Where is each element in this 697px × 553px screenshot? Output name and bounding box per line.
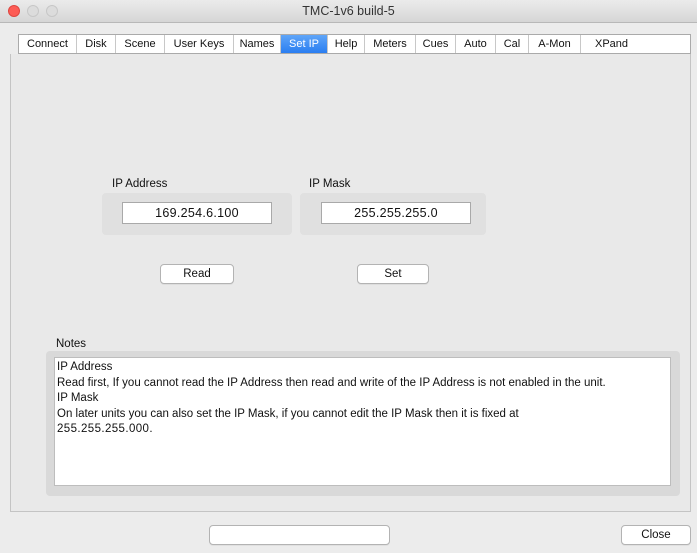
tab-meters[interactable]: Meters	[365, 35, 416, 53]
tab-xpand[interactable]: XPand	[581, 35, 642, 53]
notes-label: Notes	[56, 338, 87, 350]
tab-connect[interactable]: Connect	[19, 35, 77, 53]
ip-address-label: IP Address	[112, 178, 168, 190]
notes-line: IP Address	[57, 361, 113, 373]
ip-address-group: 169.254.6.100	[102, 193, 292, 235]
tab-cues[interactable]: Cues	[416, 35, 456, 53]
ip-mask-field[interactable]: 255.255.255.0	[321, 202, 471, 224]
tab-disk[interactable]: Disk	[77, 35, 116, 53]
title-bar: TMC-1v6 build-5	[0, 0, 697, 23]
set-button[interactable]: Set	[357, 264, 429, 284]
notes-line: 255.255.255.000.	[57, 423, 153, 435]
tab-help[interactable]: Help	[328, 35, 365, 53]
ip-address-field[interactable]: 169.254.6.100	[122, 202, 272, 224]
notes-line: IP Mask	[57, 392, 99, 404]
tab-bar: Connect Disk Scene User Keys Names Set I…	[18, 34, 691, 54]
tab-a-mon[interactable]: A-Mon	[529, 35, 581, 53]
window-title: TMC-1v6 build-5	[302, 4, 395, 18]
notes-line: On later units you can also set the IP M…	[57, 407, 519, 420]
notes-group: IP Address Read first, If you cannot rea…	[46, 351, 680, 496]
tab-scene[interactable]: Scene	[116, 35, 165, 53]
tab-set-ip[interactable]: Set IP	[281, 35, 328, 53]
notes-line: Read first, If you cannot read the IP Ad…	[57, 376, 606, 389]
ip-mask-label: IP Mask	[309, 178, 351, 190]
ip-mask-group: 255.255.255.0	[300, 193, 486, 235]
status-field	[209, 525, 390, 545]
tab-names[interactable]: Names	[234, 35, 281, 53]
tab-user-keys[interactable]: User Keys	[165, 35, 234, 53]
read-button[interactable]: Read	[160, 264, 234, 284]
tab-cal[interactable]: Cal	[496, 35, 529, 53]
close-button[interactable]: Close	[621, 525, 691, 545]
tab-auto[interactable]: Auto	[456, 35, 496, 53]
notes-text-area[interactable]: IP Address Read first, If you cannot rea…	[54, 357, 671, 486]
